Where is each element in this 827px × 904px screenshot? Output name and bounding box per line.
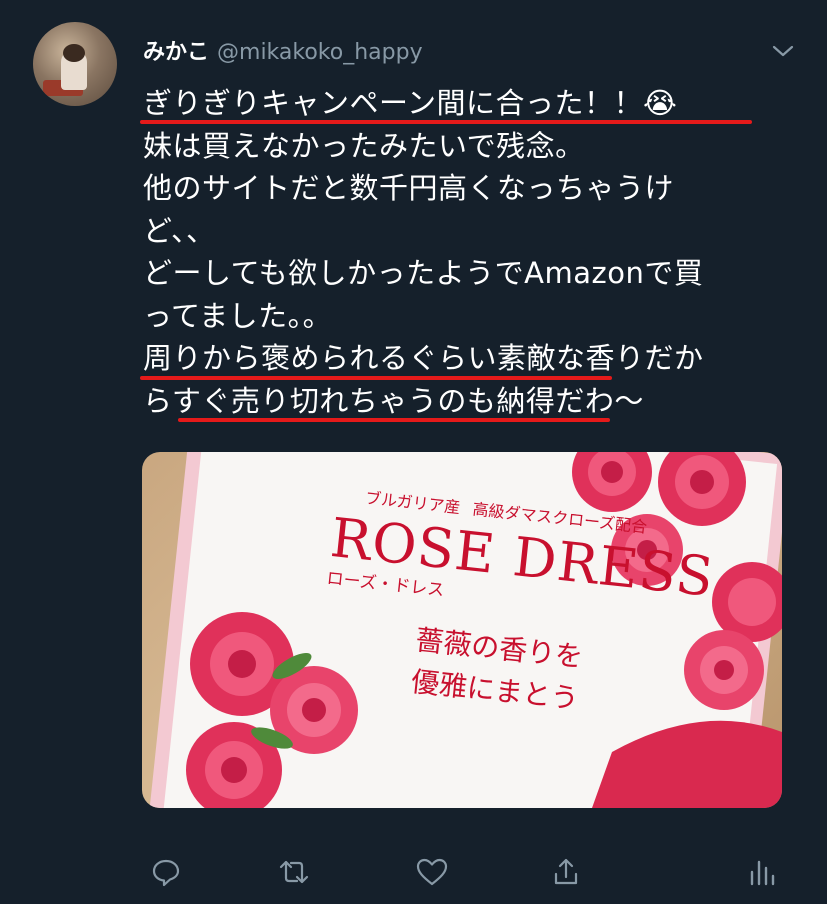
avatar-hair xyxy=(63,44,85,62)
highlight-underline xyxy=(178,418,610,422)
tweet-image[interactable]: ブルガリア産 高級ダマスクローズ配合 ROSE DRESS ローズ・ドレス 薔薇… xyxy=(142,452,782,808)
tweet-line: ぎりぎりキャンペーン間に合った！！😭 xyxy=(143,86,678,120)
highlight-underline xyxy=(140,120,752,124)
avatar[interactable] xyxy=(33,22,117,106)
retweet-icon[interactable] xyxy=(270,848,318,896)
tweet-line: 周りから褒められるぐらい素敵な香りだか xyxy=(143,341,704,375)
tweet-text: ぎりぎりキャンペーン間に合った！！😭 妹は買えなかったみたいで残念。 他のサイト… xyxy=(143,82,793,422)
reply-icon[interactable] xyxy=(142,848,190,896)
analytics-icon[interactable] xyxy=(736,848,784,896)
tweet-line: ど、、 xyxy=(143,213,216,248)
share-icon[interactable] xyxy=(542,848,590,896)
user-handle[interactable]: @mikakoko_happy xyxy=(217,40,423,65)
tweet-line: 他のサイトだと数千円高くなっちゃうけ xyxy=(143,171,675,205)
tweet-line: らすぐ売り切れちゃうのも納得だわ〜 xyxy=(143,383,644,418)
heart-icon[interactable] xyxy=(408,848,456,896)
tweet-line: ってました。。 xyxy=(143,298,333,333)
tweet-actions xyxy=(142,848,782,896)
tweet-line: 妹は買えなかったみたいで残念。 xyxy=(143,128,585,163)
tweet-header: みかこ @mikakoko_happy xyxy=(143,34,423,66)
chevron-down-icon[interactable] xyxy=(768,36,798,66)
highlight-underline xyxy=(140,376,612,380)
tweet-line: どーしても欲しかったようでAmazonで買 xyxy=(143,256,704,290)
user-name[interactable]: みかこ xyxy=(143,34,209,66)
